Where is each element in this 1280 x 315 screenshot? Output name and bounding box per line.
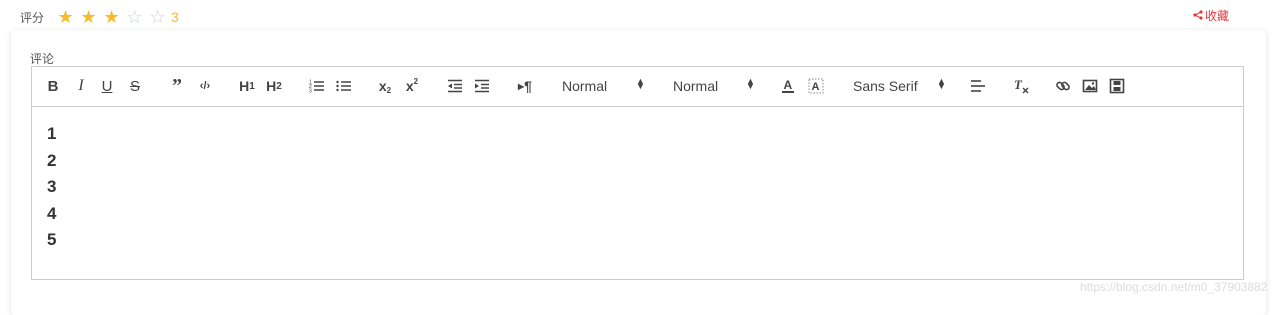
picker-arrows-icon: ▲ ▼: [636, 76, 645, 91]
blockquote-icon[interactable]: ”: [170, 75, 184, 97]
font-picker-label: Sans Serif: [853, 78, 918, 94]
code-block-icon[interactable]: ‹/›: [197, 76, 213, 96]
favorite-link[interactable]: 收藏: [1193, 7, 1229, 24]
picker-arrows-icon: ▲ ▼: [746, 76, 755, 91]
svg-text:A: A: [812, 81, 820, 93]
video-icon[interactable]: [1109, 76, 1125, 96]
editor-content[interactable]: 1 2 3 4 5: [32, 107, 1243, 279]
star-4[interactable]: ☆: [123, 8, 146, 26]
clean-format-icon[interactable]: T: [1013, 76, 1031, 96]
editor-line: 4: [47, 203, 57, 223]
star-5[interactable]: ☆: [146, 8, 169, 26]
text-color-icon[interactable]: A: [781, 76, 795, 96]
underline-icon[interactable]: U: [100, 76, 114, 96]
star-rating[interactable]: ★ ★ ★ ☆ ☆: [54, 8, 169, 26]
bold-icon[interactable]: B: [46, 76, 60, 96]
star-3[interactable]: ★: [100, 8, 123, 26]
background-color-icon[interactable]: A: [808, 76, 824, 96]
size-picker-label: Normal: [562, 78, 608, 94]
subscript-icon[interactable]: x2: [377, 76, 393, 96]
bullet-list-icon[interactable]: [336, 76, 352, 96]
editor-toolbar: B I U S ” ‹/› H1 H2 123 x2 x2 ▶ ¶ Normal …: [32, 67, 1243, 107]
favorite-label: 收藏: [1205, 9, 1230, 23]
strike-icon[interactable]: S: [128, 76, 142, 96]
rating-row: 评分 ★ ★ ★ ☆ ☆ 3: [20, 6, 179, 28]
indent-icon[interactable]: [474, 76, 490, 96]
image-icon[interactable]: [1082, 76, 1098, 96]
rtl-direction-icon[interactable]: ▶ ¶: [516, 76, 534, 96]
editor-line: 1: [47, 124, 57, 143]
superscript-icon[interactable]: x2: [404, 76, 420, 96]
editor-line: 3: [47, 177, 57, 197]
watermark: https://blog.csdn.net/m0_37903882: [1080, 280, 1268, 294]
rating-score: 3: [171, 9, 179, 25]
editor-line: 2: [47, 150, 57, 170]
size-picker[interactable]: Normal ▲ ▼: [562, 76, 646, 96]
rich-text-editor: B I U S ” ‹/› H1 H2 123 x2 x2 ▶ ¶ Normal …: [31, 66, 1244, 280]
comment-label: 评论: [30, 52, 55, 66]
outdent-icon[interactable]: [447, 76, 463, 96]
align-icon[interactable]: [970, 76, 986, 96]
picker-arrows-icon: ▲ ▼: [937, 76, 946, 91]
svg-text:T: T: [1014, 78, 1023, 92]
svg-text:A: A: [784, 78, 793, 92]
ordered-list-icon[interactable]: 123: [309, 76, 325, 96]
italic-icon[interactable]: I: [74, 76, 88, 96]
header-1-icon[interactable]: H1: [237, 76, 257, 96]
font-picker[interactable]: Sans Serif ▲ ▼: [853, 76, 948, 96]
svg-text:3: 3: [309, 89, 312, 94]
share-icon: [1193, 9, 1205, 23]
editor-line: 5: [47, 230, 57, 250]
rating-label: 评分: [20, 10, 45, 25]
star-1[interactable]: ★: [54, 8, 77, 26]
header-picker[interactable]: Normal ▲ ▼: [673, 76, 757, 96]
star-2[interactable]: ★: [77, 8, 100, 26]
link-icon[interactable]: [1055, 76, 1071, 96]
header-2-icon[interactable]: H2: [264, 76, 284, 96]
header-picker-label: Normal: [673, 78, 719, 94]
